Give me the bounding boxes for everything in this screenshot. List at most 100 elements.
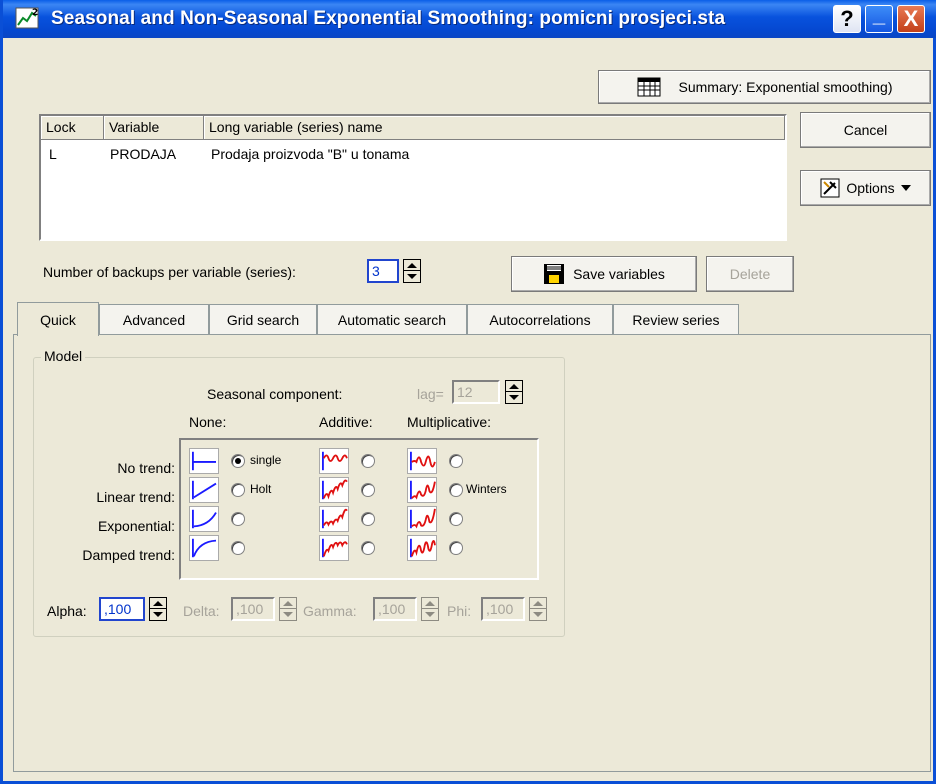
backups-input[interactable]: 3: [367, 259, 399, 283]
radio-exponential-multiplicative[interactable]: [449, 512, 463, 526]
save-variables-label: Save variables: [573, 266, 665, 282]
model-group-label: Model: [41, 348, 86, 364]
row-lock: L: [49, 146, 57, 162]
tab-advanced[interactable]: Advanced: [99, 304, 209, 334]
backups-label: Number of backups per variable (series):: [43, 264, 296, 280]
no-trend-multiplicative-icon: [407, 448, 437, 474]
app-chart-icon: 2: [15, 7, 39, 29]
col-multiplicative-label: Multiplicative:: [407, 414, 492, 430]
damped-trend-none-icon: [189, 535, 219, 561]
col-header-long-name[interactable]: Long variable (series) name: [204, 116, 785, 140]
stepper-up-icon[interactable]: [404, 260, 420, 271]
stepper-up-icon[interactable]: [530, 598, 546, 609]
save-variables-button[interactable]: Save variables: [511, 256, 697, 292]
stepper-up-icon[interactable]: [150, 598, 166, 609]
radio-winters[interactable]: [449, 483, 463, 497]
cancel-button[interactable]: Cancel: [800, 112, 931, 148]
stepper-up-icon[interactable]: [280, 598, 296, 609]
save-disk-icon: [544, 264, 565, 284]
radio-linear-trend-additive[interactable]: [361, 483, 375, 497]
stepper-down-icon[interactable]: [280, 609, 296, 620]
no-trend-none-icon: [189, 448, 219, 474]
radio-damped-multiplicative[interactable]: [449, 541, 463, 555]
phi-label: Phi:: [447, 603, 472, 619]
row-no-trend-label: No trend:: [117, 460, 175, 476]
minimize-button[interactable]: _: [865, 2, 893, 33]
row-linear-trend-label: Linear trend:: [96, 489, 175, 505]
variable-list[interactable]: Lock Variable Long variable (series) nam…: [39, 114, 787, 241]
help-button[interactable]: ?: [833, 5, 861, 33]
exponential-additive-icon: [319, 506, 349, 532]
linear-trend-multiplicative-icon: [407, 477, 437, 503]
no-trend-additive-icon: [319, 448, 349, 474]
damped-trend-multiplicative-icon: [407, 535, 437, 561]
delta-input[interactable]: ,100: [231, 597, 275, 621]
radio-no-trend-multiplicative[interactable]: [449, 454, 463, 468]
stepper-down-icon[interactable]: [530, 609, 546, 620]
chevron-down-icon: [900, 185, 911, 191]
title-bar[interactable]: 2 Seasonal and Non-Seasonal Exponential …: [3, 0, 936, 38]
alpha-label: Alpha:: [47, 603, 87, 619]
stepper-down-icon[interactable]: [422, 609, 438, 620]
radio-single[interactable]: [231, 454, 245, 468]
tab-quick[interactable]: Quick: [17, 302, 99, 336]
tab-review-series[interactable]: Review series: [613, 304, 739, 334]
row-variable: PRODAJA: [110, 146, 177, 162]
spreadsheet-icon: [637, 77, 660, 97]
gamma-stepper[interactable]: [421, 597, 439, 621]
linear-trend-none-icon: [189, 477, 219, 503]
summary-button[interactable]: Summary: Exponential smoothing): [598, 70, 931, 104]
radio-damped-none[interactable]: [231, 541, 245, 555]
radio-holt[interactable]: [231, 483, 245, 497]
tab-grid-search[interactable]: Grid search: [209, 304, 317, 334]
damped-trend-additive-icon: [319, 535, 349, 561]
delta-label: Delta:: [183, 603, 220, 619]
row-exponential-label: Exponential:: [97, 518, 175, 534]
col-none-label: None:: [189, 414, 227, 430]
lag-input[interactable]: 12: [452, 380, 500, 404]
radio-no-trend-additive[interactable]: [361, 454, 375, 468]
row-long-name: Prodaja proizvoda "B" u tonama: [211, 146, 410, 162]
options-tools-icon: [820, 178, 840, 198]
exponential-multiplicative-icon: [407, 506, 437, 532]
seasonal-component-label: Seasonal component:: [207, 386, 343, 402]
radio-exponential-none[interactable]: [231, 512, 245, 526]
delete-button[interactable]: Delete: [706, 256, 794, 292]
close-icon: X: [903, 6, 919, 31]
stepper-down-icon[interactable]: [506, 392, 522, 403]
gamma-input[interactable]: ,100: [373, 597, 417, 621]
radio-exponential-additive[interactable]: [361, 512, 375, 526]
summary-button-label: Summary: Exponential smoothing): [678, 79, 893, 95]
stepper-down-icon[interactable]: [404, 271, 420, 282]
gamma-label: Gamma:: [303, 603, 357, 619]
window-title: Seasonal and Non-Seasonal Exponential Sm…: [51, 8, 726, 29]
minimize-icon: _: [872, 2, 886, 27]
radio-damped-additive[interactable]: [361, 541, 375, 555]
phi-stepper[interactable]: [529, 597, 547, 621]
delta-stepper[interactable]: [279, 597, 297, 621]
dialog-window: 2 Seasonal and Non-Seasonal Exponential …: [0, 0, 936, 784]
linear-trend-additive-icon: [319, 477, 349, 503]
options-button-label: Options: [846, 180, 895, 196]
radio-single-label: single: [250, 453, 282, 467]
lag-stepper[interactable]: [505, 380, 523, 404]
col-additive-label: Additive:: [319, 414, 373, 430]
tab-autocorrelations[interactable]: Autocorrelations: [467, 304, 613, 334]
stepper-down-icon[interactable]: [150, 609, 166, 620]
options-button[interactable]: Options: [800, 170, 931, 206]
col-header-variable[interactable]: Variable: [104, 116, 204, 140]
backups-stepper[interactable]: [403, 259, 421, 283]
stepper-up-icon[interactable]: [422, 598, 438, 609]
phi-input[interactable]: ,100: [481, 597, 525, 621]
radio-winters-label: Winters: [466, 482, 507, 496]
alpha-input[interactable]: ,100: [99, 597, 145, 621]
close-button[interactable]: X: [897, 5, 925, 33]
lag-label: lag=: [417, 386, 444, 402]
radio-holt-label: Holt: [250, 482, 272, 496]
tab-automatic-search[interactable]: Automatic search: [317, 304, 467, 334]
col-header-lock[interactable]: Lock: [41, 116, 104, 140]
stepper-up-icon[interactable]: [506, 381, 522, 392]
row-damped-trend-label: Damped trend:: [82, 547, 175, 563]
svg-text:2: 2: [32, 8, 38, 18]
alpha-stepper[interactable]: [149, 597, 167, 621]
